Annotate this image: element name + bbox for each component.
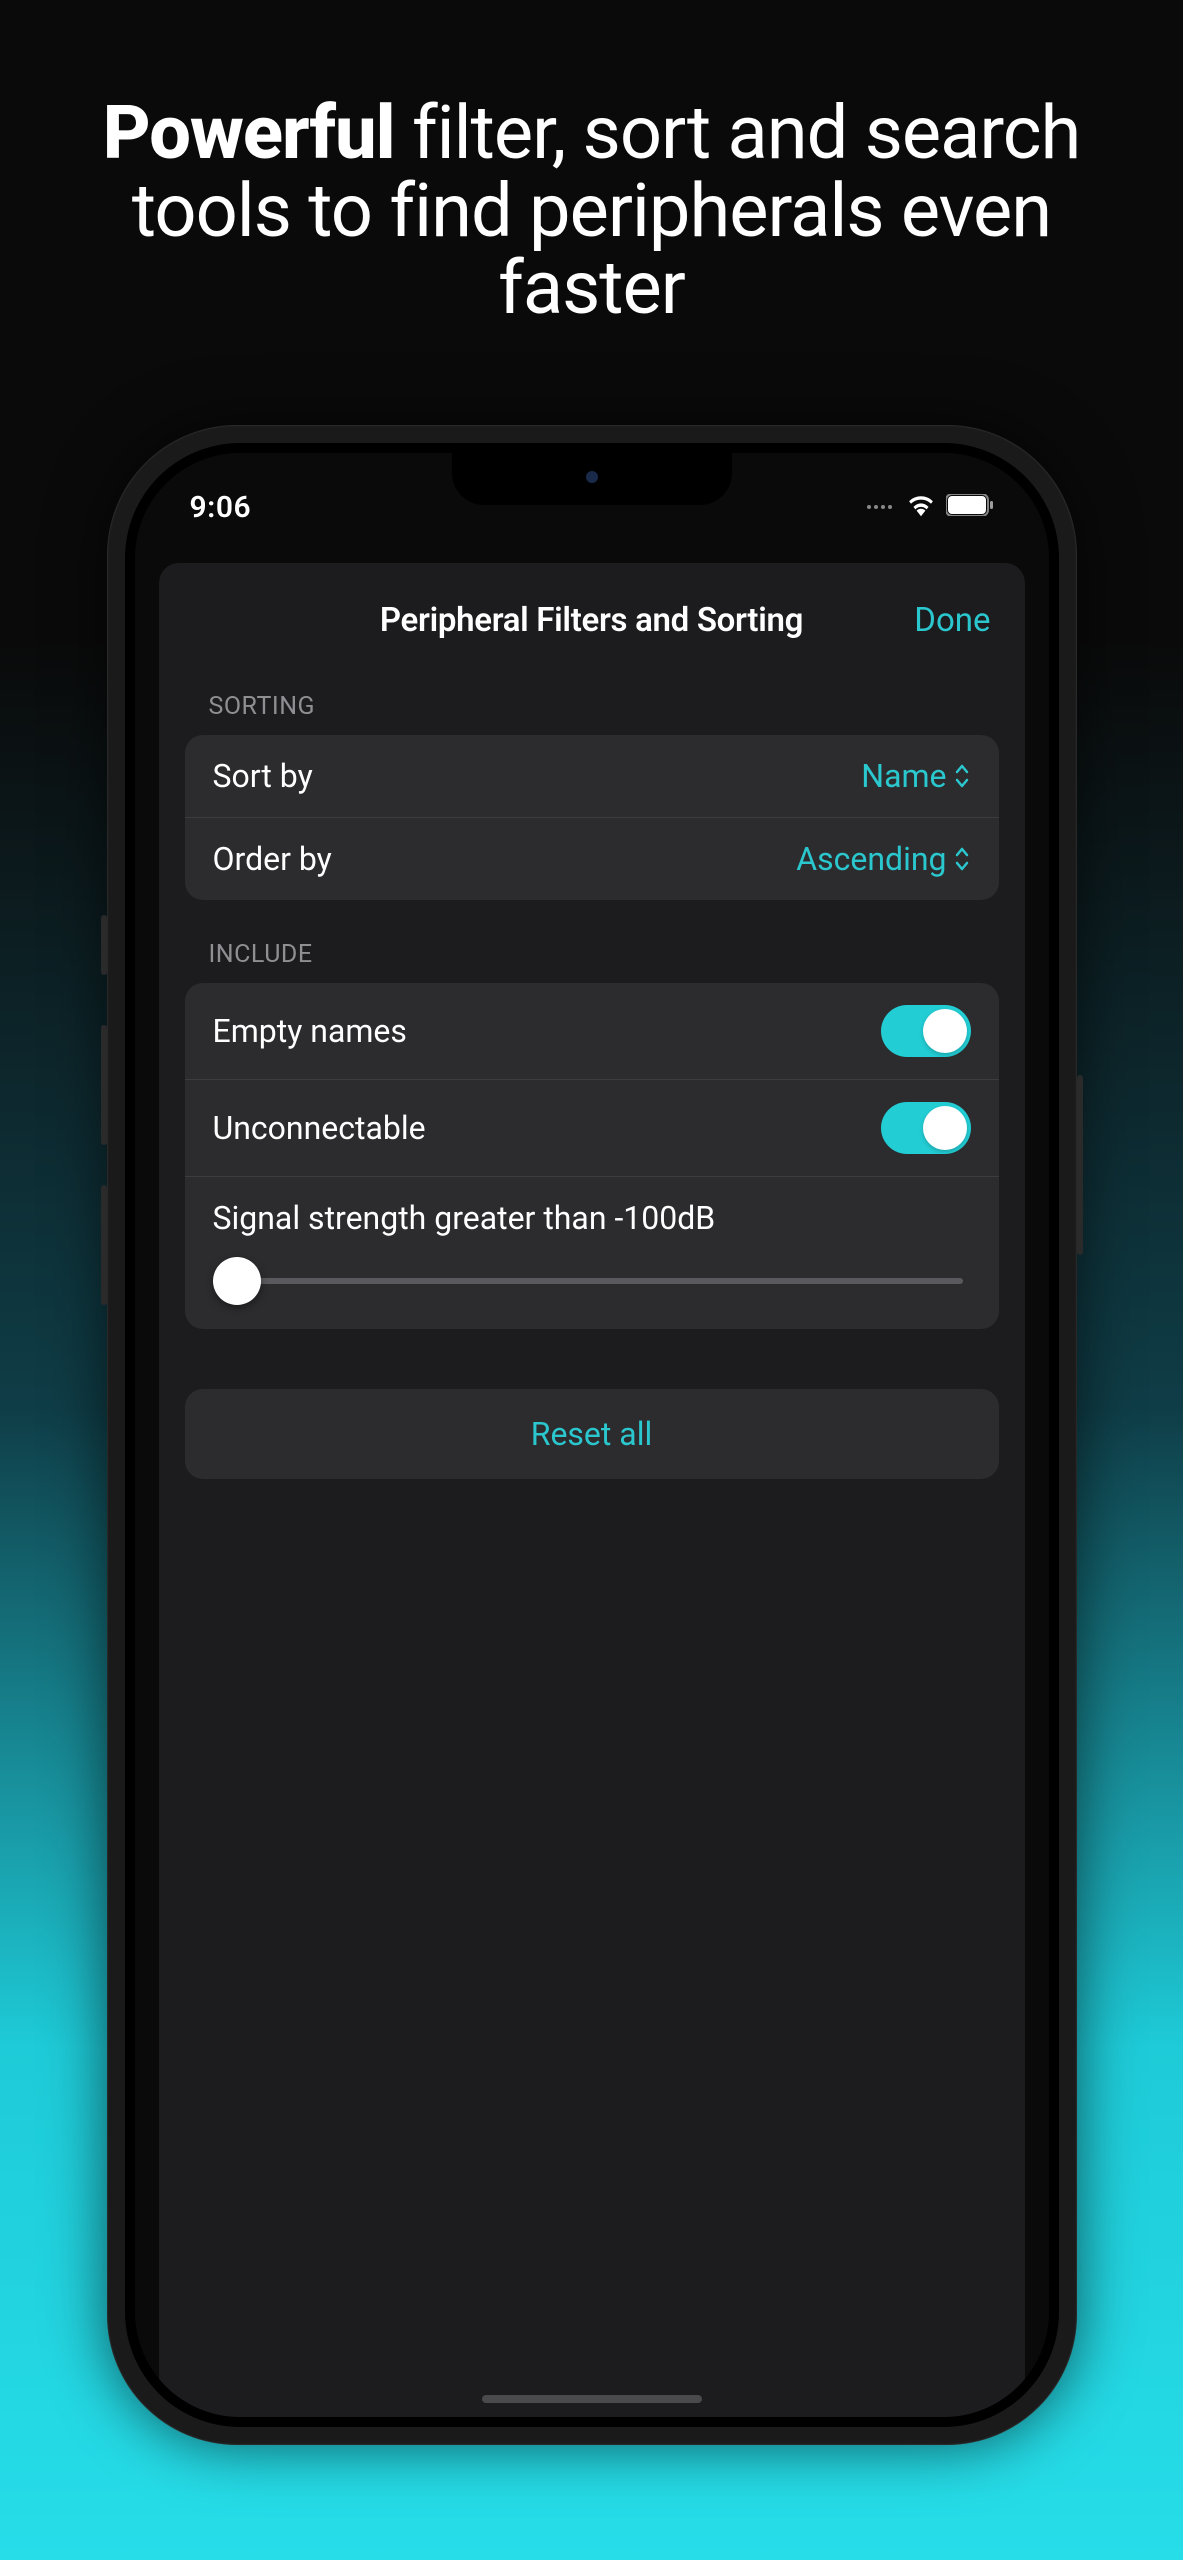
signal-strength-label: Signal strength greater than -100dB xyxy=(213,1199,971,1237)
modal-title: Peripheral Filters and Sorting xyxy=(380,601,803,640)
marketing-headline: Powerful filter, sort and search tools t… xyxy=(0,0,1183,328)
chevron-updown-icon xyxy=(953,845,971,873)
volume-up xyxy=(101,1025,107,1145)
slider-thumb[interactable] xyxy=(213,1257,261,1305)
reset-all-button[interactable]: Reset all xyxy=(185,1389,999,1479)
mute-switch xyxy=(101,915,107,975)
sorting-group: Sort by Name Order by Ascending xyxy=(185,735,999,900)
filter-modal: Peripheral Filters and Sorting Done SORT… xyxy=(159,563,1025,2417)
notch xyxy=(452,453,732,505)
chevron-updown-icon xyxy=(953,762,971,790)
power-button xyxy=(1077,1075,1083,1255)
phone-frame: 9:06 Peripheral Filters and Sorting xyxy=(107,425,1077,2445)
status-time: 9:06 xyxy=(190,490,252,525)
signal-strength-row: Signal strength greater than -100dB xyxy=(185,1176,999,1329)
sort-by-picker[interactable]: Name xyxy=(861,757,970,795)
unconnectable-label: Unconnectable xyxy=(213,1109,426,1147)
phone-screen: 9:06 Peripheral Filters and Sorting xyxy=(135,453,1049,2417)
home-indicator[interactable] xyxy=(482,2395,702,2403)
unconnectable-row: Unconnectable xyxy=(185,1079,999,1176)
sort-by-label: Sort by xyxy=(213,757,313,795)
sort-by-row[interactable]: Sort by Name xyxy=(185,735,999,817)
order-by-label: Order by xyxy=(213,840,332,878)
include-group: Empty names Unconnectable Signal strengt… xyxy=(185,983,999,1329)
volume-down xyxy=(101,1185,107,1305)
empty-names-row: Empty names xyxy=(185,983,999,1079)
done-button[interactable]: Done xyxy=(914,601,990,640)
signal-strength-slider[interactable] xyxy=(213,1261,971,1301)
wifi-icon xyxy=(906,493,936,521)
cellular-dots-icon xyxy=(867,505,892,509)
sorting-section-header: SORTING xyxy=(159,672,1025,735)
order-by-picker[interactable]: Ascending xyxy=(796,840,970,878)
battery-icon xyxy=(946,494,994,520)
order-by-row[interactable]: Order by Ascending xyxy=(185,817,999,900)
unconnectable-toggle[interactable] xyxy=(881,1102,971,1154)
empty-names-toggle[interactable] xyxy=(881,1005,971,1057)
modal-header: Peripheral Filters and Sorting Done xyxy=(159,573,1025,672)
slider-track-line xyxy=(221,1278,963,1284)
empty-names-label: Empty names xyxy=(213,1012,407,1050)
include-section-header: INCLUDE xyxy=(159,900,1025,983)
reset-group: Reset all xyxy=(185,1389,999,1479)
